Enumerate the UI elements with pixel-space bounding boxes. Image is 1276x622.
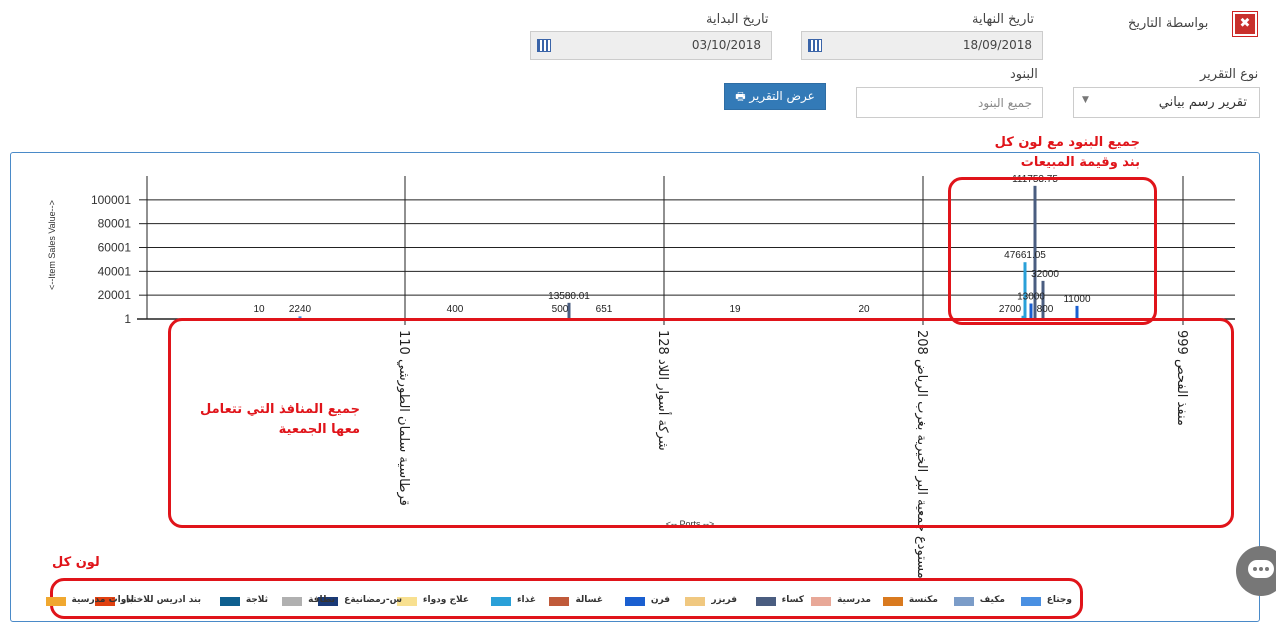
legend-label: وجتاع xyxy=(1046,595,1072,605)
y-tick-label: 80001 xyxy=(98,217,132,231)
legend-label: ادوات مدرسية xyxy=(71,595,135,605)
legend-item: مكيف xyxy=(945,595,1005,607)
legend-item: وجتاع xyxy=(1012,595,1072,607)
legend-swatch xyxy=(882,597,903,606)
y-tick-label: 100001 xyxy=(91,193,131,207)
legend-label: مكيف xyxy=(979,595,1005,605)
items-note-line2: بند وقيمة المبيعات xyxy=(1020,155,1140,170)
legend-swatch xyxy=(624,597,645,606)
y-axis-title: <--Item Sales Value--> xyxy=(47,200,57,290)
data-label: 20 xyxy=(858,304,870,315)
y-tick-label: 60001 xyxy=(98,240,132,254)
items-note-line1: جميع البنود مع لون كل xyxy=(994,135,1140,150)
data-label: 651 xyxy=(596,304,613,315)
legend-label: فرن xyxy=(650,595,670,605)
legend-label: فريزر xyxy=(711,595,737,605)
legend-item: غسالة xyxy=(543,595,603,607)
legend-swatch xyxy=(490,597,511,606)
legend-swatch xyxy=(953,597,974,606)
legend-label: علاج ودواء xyxy=(422,595,469,605)
legend-item: نظافة xyxy=(275,595,335,607)
ports-note-line1: جميع المنافذ التي تتعامل xyxy=(200,402,360,417)
legend-item: علاج ودواء xyxy=(396,595,469,607)
data-label: 13580.01 xyxy=(548,291,590,302)
data-label: 19 xyxy=(729,304,741,315)
legend-swatch xyxy=(685,597,706,606)
ports-note: جميع المنافذ التي تتعامل معها الجمعية xyxy=(200,400,360,440)
data-label: 2240 xyxy=(289,304,312,315)
legend-label: س-رمضانيةع xyxy=(344,595,402,605)
legend-label: مدرسية xyxy=(837,595,871,605)
legend-item: كساء xyxy=(744,595,804,607)
y-tick-label: 20001 xyxy=(98,288,132,302)
ports-note-line2: معها الجمعية xyxy=(278,422,360,437)
legend-item: ادوات مدرسية xyxy=(45,595,135,607)
legend-swatch xyxy=(811,597,832,606)
legend-swatch xyxy=(1020,597,1041,606)
data-label: 500 xyxy=(552,304,569,315)
legend-item: بند ادريس للاختبار xyxy=(94,595,201,607)
legend-item: غذاء xyxy=(476,595,536,607)
bar xyxy=(567,302,571,319)
legend-item: ثلاجة xyxy=(208,595,268,607)
y-tick-label: 1 xyxy=(124,312,131,326)
legend-item: فرن xyxy=(610,595,670,607)
legend-label: ثلاجة xyxy=(245,595,268,605)
items-note: جميع البنود مع لون كل بند وقيمة المبيعات xyxy=(990,133,1140,173)
legend-item: مدرسية xyxy=(811,595,871,607)
color-note: لون كل xyxy=(52,555,100,570)
data-label: 10 xyxy=(253,304,265,315)
items-highlight-box xyxy=(948,177,1157,325)
legend-item: س-رمضانيةع xyxy=(318,595,402,607)
legend-swatch xyxy=(755,597,776,606)
legend-swatch xyxy=(549,597,570,606)
legend-swatch xyxy=(219,597,240,606)
data-label: 400 xyxy=(447,304,464,315)
legend-swatch xyxy=(45,597,66,606)
legend-swatch xyxy=(282,597,303,606)
legend-item: مكنسة xyxy=(878,595,938,607)
legend-item: فريزر xyxy=(677,595,737,607)
legend-label: غسالة xyxy=(575,595,603,605)
legend-label: نظافة xyxy=(308,595,335,605)
y-tick-label: 40001 xyxy=(98,264,132,278)
legend-label: مكنسة xyxy=(908,595,938,605)
legend-label: كساء xyxy=(781,595,804,605)
legend-label: غذاء xyxy=(516,595,536,605)
